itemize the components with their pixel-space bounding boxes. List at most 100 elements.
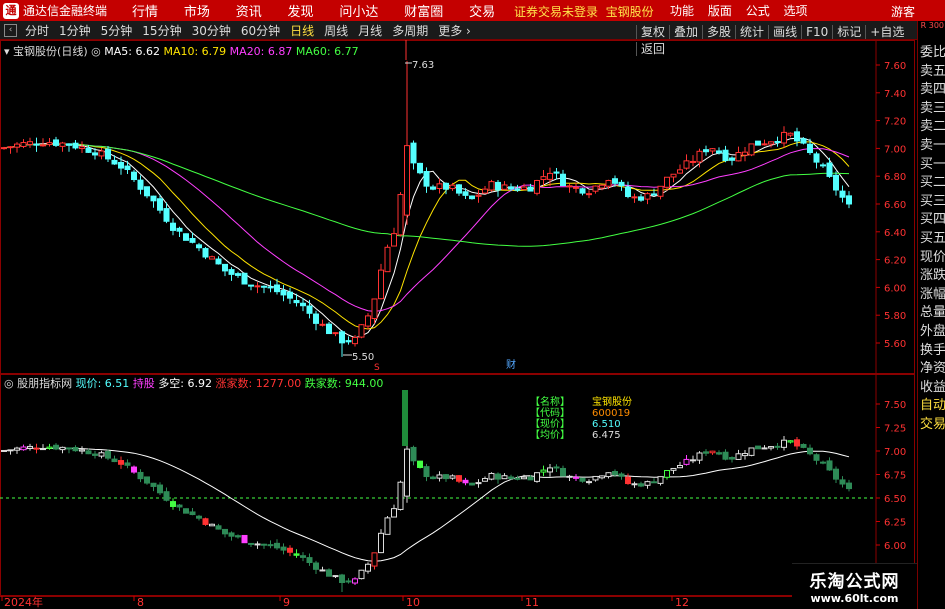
side-panel-item[interactable]: 买四 [920,210,945,229]
indicator-candle-body [378,532,384,554]
candle-body [72,142,79,149]
indicator-candle-body [787,440,794,443]
candle-body [748,143,755,156]
side-panel-item[interactable]: 净资 [920,359,945,378]
candle-body [547,172,553,180]
candle-body [820,164,826,167]
indicator-candle-body [150,482,157,487]
candle-body [761,143,768,146]
side-panel-item[interactable]: 换手 [920,341,945,360]
side-panel-item[interactable]: 买二 [920,173,945,192]
side-panel-item[interactable]: 总量 [920,303,945,322]
candle-body [579,188,586,194]
indicator-candle-body [807,447,813,455]
indicator-candle-body [7,449,14,452]
side-panel-item[interactable]: 卖二 [920,117,945,136]
side-panel-item[interactable]: 买三 [920,192,945,211]
indicator-candle-body [209,523,215,527]
indicator-candle-body [235,535,241,538]
candle-body [755,140,761,146]
candle-body [469,195,475,200]
indicator-candle-body [469,482,475,486]
info-box-label: 【均价】 [530,429,570,441]
indicator-candle-body [332,575,339,578]
candle-body [436,183,443,190]
candle-body [170,222,176,231]
indicator-name[interactable]: 股朋指标网 [17,377,72,390]
time-axis-label: 9 [283,596,290,609]
candle-body [566,185,573,188]
side-panel-item[interactable]: 卖一 [920,136,945,155]
indicator-tick-label: 6.25 [884,518,906,529]
candle-body [365,315,371,327]
candle-body [813,153,820,163]
candle-body [300,302,306,307]
candle-body [59,142,66,147]
side-panel-item[interactable]: 交易 [920,415,945,434]
indicator-candle-body [222,528,228,535]
candle-body [826,162,833,177]
indicator-settings-icon[interactable]: ◎ [4,377,14,390]
indicator-candle-body [560,467,566,477]
candle-body [53,139,59,146]
indicator-candle-body [488,472,495,480]
indicator-candle-body [27,445,33,449]
stock-period-title[interactable]: 宝钢股份(日线) [13,45,88,58]
indicator-candle-body [664,470,670,478]
candle-body [150,195,157,202]
dropdown-icon[interactable]: ▾ [4,45,10,58]
candle-body [40,144,46,147]
side-panel-item[interactable]: 卖四 [920,80,945,99]
candle-body [313,313,319,324]
main-price-tick-label: 6.80 [884,172,906,183]
candle-body [124,165,131,171]
candle-body [391,233,397,247]
info-box-value: 宝钢股份 [592,395,632,408]
side-panel-item[interactable]: 外盘 [920,322,945,341]
candle-body [703,149,709,153]
side-panel-item[interactable]: 涨跌 [920,266,945,285]
kline-chart[interactable]: 7.60 7.40 7.20 7.00 6.80 6.60 6.40 6.20 6.00 5.80… [0,0,917,609]
time-axis-label: 2024年 [4,595,43,609]
candle-body [33,143,40,146]
finance-marker: 财 [506,358,516,371]
side-panel-item[interactable]: 现价 [920,248,945,267]
side-panel-item[interactable]: 卖五 [920,62,945,81]
side-panel-item[interactable]: 收益 [920,378,945,397]
candle-body [157,198,163,211]
indicator-candle-body [339,574,345,584]
side-panel-item[interactable]: 买五 [920,229,945,248]
candle-body [248,284,254,287]
candle-body [430,186,436,190]
indicator-candle-body [144,476,150,484]
side-panel-item[interactable]: 买一 [920,155,945,174]
candle-body [306,305,313,314]
indicator-candle-body [371,552,378,567]
indicator-candle-body [677,465,683,469]
candle-body [261,285,267,288]
indicator-candle-body [287,547,293,553]
ma60-line [3,143,850,247]
indicator-tick-label: 6.00 [884,541,906,552]
indicator-candle-body [267,544,274,547]
side-panel-item[interactable]: 涨幅 [920,285,945,304]
indicator-candle-body [800,443,807,448]
candle-body [183,233,189,241]
time-axis-label: 10 [406,596,420,609]
indicator-candle-body [696,452,703,461]
main-price-tick-label: 7.00 [884,144,906,155]
candle-body [319,323,326,326]
candle-body [176,227,183,232]
indicator-zhangjiashu: 涨家数: 1277.00 [215,377,302,390]
indicator-candle-body [98,452,105,457]
settings-icon[interactable]: ◎ [91,45,101,58]
candle-body [794,131,800,142]
candle-body [280,290,287,296]
indicator-candle-body [755,445,761,450]
side-panel-item[interactable]: 自动 [920,396,945,415]
side-panel-item[interactable]: 卖三 [920,99,945,118]
indicator-tick-label: 7.25 [884,424,906,435]
indicator-candle-body [462,479,469,484]
side-panel-item[interactable]: 委比 [920,43,945,62]
indicator-candle-body [794,439,800,447]
